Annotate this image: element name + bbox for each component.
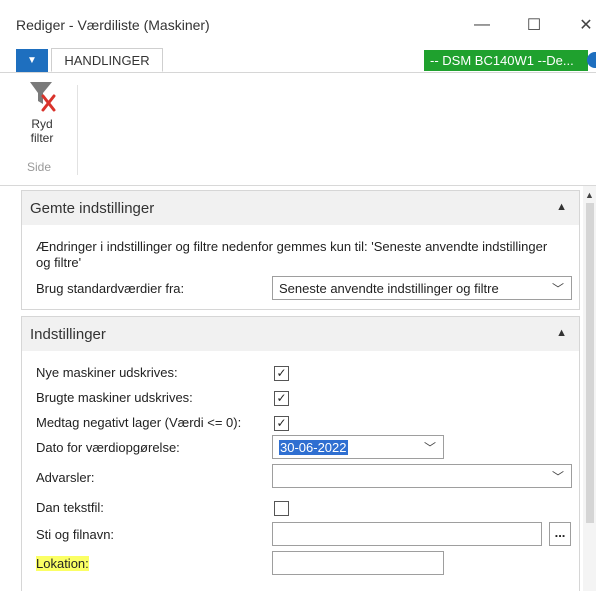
used-machines-checkbox[interactable]: ✓ [274, 391, 289, 406]
new-machines-label: Nye maskiner udskrives: [36, 365, 178, 380]
saved-settings-header[interactable]: Gemte indstillinger ▲ [22, 191, 579, 225]
clear-filter-label: Ryd filter [30, 117, 54, 145]
scrollbar-thumb[interactable] [586, 203, 594, 523]
chevron-down-icon: ▼ [27, 55, 37, 66]
ribbon-group-label: Side [27, 160, 52, 174]
use-defaults-value: Seneste anvendte indstillinger og filtre [279, 281, 499, 296]
notification-icon[interactable] [587, 52, 596, 68]
close-button[interactable]: ✕ [566, 8, 596, 42]
warnings-select[interactable]: ﹀ [272, 464, 572, 488]
window-title: Rediger - Værdiliste (Maskiner) [16, 17, 210, 33]
browse-button[interactable]: ... [549, 522, 571, 546]
path-label: Sti og filnavn: [36, 527, 115, 542]
options-header[interactable]: Indstillinger ▲ [22, 317, 579, 351]
saved-settings-section: Gemte indstillinger ▲ Ændringer i indsti… [21, 190, 580, 310]
new-machines-checkbox[interactable]: ✓ [274, 366, 289, 381]
options-title: Indstillinger [30, 325, 106, 343]
negative-stock-checkbox[interactable]: ✓ [274, 416, 289, 431]
company-badge[interactable]: -- DSM BC140W1 --De... [424, 50, 588, 71]
tab-handlinger[interactable]: HANDLINGER [51, 48, 163, 72]
scroll-up-icon[interactable]: ▲ [585, 190, 594, 200]
location-label: Lokation: [36, 556, 89, 571]
ribbon-body [0, 73, 596, 186]
valuation-date-select[interactable]: 30-06-2022 ﹀ [272, 435, 444, 459]
use-defaults-select[interactable]: Seneste anvendte indstillinger og filtre… [272, 276, 572, 300]
valuation-date-label: Dato for værdiopgørelse: [36, 440, 180, 455]
path-input[interactable] [272, 522, 542, 546]
chevron-down-icon: ﹀ [551, 470, 564, 484]
minimize-button[interactable]: — [462, 8, 502, 42]
clear-filter-button[interactable]: Ryd filter [18, 80, 66, 145]
valuation-date-value: 30-06-2022 [279, 440, 348, 455]
text-file-label: Dan tekstfil: [36, 500, 104, 515]
location-input[interactable] [272, 551, 444, 575]
collapse-icon[interactable]: ▲ [556, 201, 567, 213]
page-content: Gemte indstillinger ▲ Ændringer i indsti… [0, 186, 596, 591]
location-label-text: Lokation: [36, 556, 89, 571]
chevron-down-icon: ﹀ [551, 282, 564, 296]
use-defaults-label: Brug standardværdier fra: [36, 281, 185, 296]
file-menu-button[interactable]: ▼ [16, 49, 48, 72]
options-section: Indstillinger ▲ Nye maskiner udskrives: … [21, 316, 580, 591]
funnel-x-icon [30, 82, 56, 112]
saved-settings-info: Ændringer i indstillinger og filtre nede… [36, 239, 548, 270]
warnings-label: Advarsler: [36, 470, 95, 485]
chevron-down-icon: ﹀ [423, 441, 436, 455]
collapse-icon[interactable]: ▲ [556, 327, 567, 339]
maximize-button[interactable]: ☐ [514, 8, 554, 42]
saved-settings-title: Gemte indstillinger [30, 199, 155, 217]
ribbon-group-divider [77, 85, 78, 175]
text-file-checkbox[interactable] [274, 501, 289, 516]
used-machines-label: Brugte maskiner udskrives: [36, 390, 193, 405]
negative-stock-label: Medtag negativt lager (Værdi <= 0): [36, 415, 242, 430]
